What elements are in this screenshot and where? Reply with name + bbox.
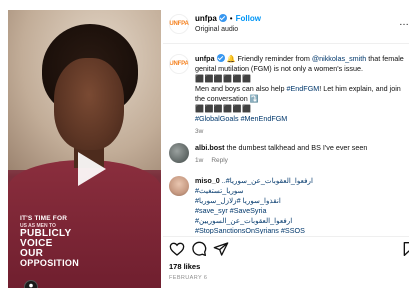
audio-label[interactable]: Original audio [195, 26, 238, 33]
caption-avatar-logo: UNFPA [169, 61, 189, 67]
comment-hashtag[interactable]: ..#ارفعوا_العقوبات_عن_سوريا [222, 176, 313, 185]
send-icon[interactable] [213, 241, 229, 257]
comment-meta: 1w Reply [195, 156, 405, 166]
video-player[interactable]: IT'S TIME FOR US AS MEN TO PUBLICLY VOIC… [8, 10, 161, 288]
reply-button[interactable]: Reply [211, 157, 228, 164]
follow-button[interactable]: Follow [236, 14, 261, 23]
caption-text-1: 🔔 Friendly reminder from [226, 54, 312, 63]
comment-time[interactable]: 1w [195, 157, 203, 164]
overlay-line-4: VOICE [20, 237, 53, 249]
post-details-panel: UNFPA unfpa • Follow Original audio … UNFP… [163, 0, 409, 288]
caption-text-3: Men and boys can also help [195, 84, 287, 93]
overlay-line-5: OUR [20, 247, 44, 259]
caption-separator-2: ⬛⬛⬛⬛⬛⬛ [195, 104, 252, 113]
comment-username[interactable]: miso_0 [195, 176, 220, 185]
comment-hashtag-line[interactable]: #ارفعوا_العقوبات_عن_السوريين [195, 216, 405, 226]
caption-time[interactable]: 3w [195, 128, 203, 135]
bookmark-icon[interactable] [401, 241, 409, 257]
unfpa-logo: UNFPA [169, 21, 189, 27]
overlay-line-1: IT'S TIME FOR [20, 215, 68, 222]
play-icon[interactable] [78, 152, 106, 186]
heart-icon[interactable] [169, 241, 185, 257]
comment-hashtag-line[interactable]: #انقذوا_سوريا #زلازل_سوريا [195, 196, 405, 206]
comments-list: UNFPA unfpa 🔔 Friendly reminder from @ni… [163, 44, 409, 234]
more-options-icon[interactable]: … [399, 17, 409, 28]
comment-hashtag-line[interactable]: #سوريا_تستغيث [195, 186, 405, 196]
caption-mention[interactable]: @nikkolas_smith [312, 54, 366, 63]
post-media: IT'S TIME FOR US AS MEN TO PUBLICLY VOIC… [0, 0, 163, 288]
comment-body: albi.bost the dumbest talkhead and BS I'… [195, 143, 405, 166]
video-person-face [54, 58, 124, 150]
separator-dot: • [229, 14, 233, 23]
comment-hashtag-line[interactable]: #save_syr #SaveSyria [195, 206, 405, 216]
caption-meta: 3w [195, 127, 405, 137]
caption-line-3: Men and boys can also help #EndFGM! Let … [195, 84, 405, 104]
user-icon [29, 283, 33, 288]
header-username[interactable]: unfpa [195, 14, 217, 23]
tagged-user-icon[interactable] [24, 280, 38, 288]
comment-icon[interactable] [191, 241, 207, 257]
overlay-line-3: PUBLICLY [20, 227, 72, 239]
hashtag-menendfgm[interactable]: #MenEndFGM [241, 114, 288, 123]
header-user-line: unfpa • Follow [195, 14, 261, 23]
post-header: UNFPA unfpa • Follow Original audio … [163, 6, 409, 42]
comment-avatar[interactable] [169, 176, 189, 196]
comment-avatar[interactable] [169, 143, 189, 163]
comment-body: miso_0 ..#ارفعوا_العقوبات_عن_سوريا #سوري… [195, 176, 405, 234]
likes-count[interactable]: 178 likes [169, 262, 200, 271]
hashtag-globalgoals[interactable]: #GlobalGoals [195, 114, 239, 123]
caption-username[interactable]: unfpa [195, 54, 215, 63]
verified-icon [216, 54, 225, 62]
hashtag-endfgm[interactable]: #EndFGM [287, 84, 320, 93]
caption-hashtags: #GlobalGoals #MenEndFGM [195, 114, 405, 124]
unfpa-avatar[interactable]: UNFPA [169, 14, 189, 34]
comment-hashtag-line[interactable]: #StopSanctionsOnSyrians #SSOS [195, 226, 405, 234]
overlay-line-6: OPPOSITION [20, 257, 80, 268]
action-bar [163, 236, 409, 258]
caption-body: unfpa 🔔 Friendly reminder from @nikkolas… [195, 54, 405, 137]
caption-separator-1: ⬛⬛⬛⬛⬛⬛ [195, 74, 252, 83]
post-date[interactable]: FEBRUARY 6 [169, 275, 207, 281]
caption-avatar[interactable]: UNFPA [169, 54, 189, 74]
video-overlay-text: IT'S TIME FOR US AS MEN TO PUBLICLY VOIC… [20, 215, 80, 268]
comment-username[interactable]: albi.bost [195, 143, 225, 152]
comment-text: the dumbest talkhead and BS I've ever se… [226, 143, 368, 152]
verified-icon [218, 14, 227, 22]
